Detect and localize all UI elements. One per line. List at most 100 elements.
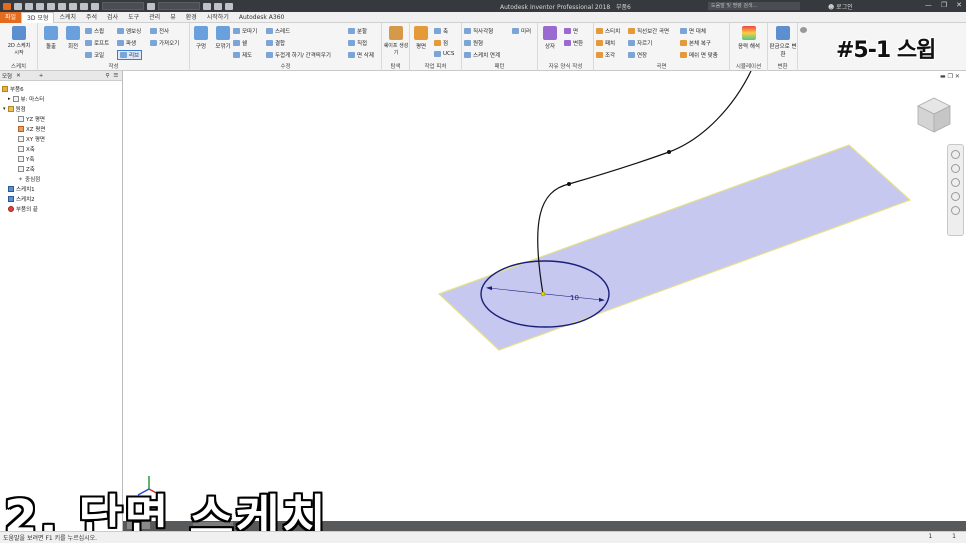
pan-icon[interactable] bbox=[951, 164, 960, 173]
ucs-button[interactable]: UCS bbox=[434, 51, 454, 57]
tab-inspect[interactable]: 검사 bbox=[102, 12, 123, 23]
tree-item-part[interactable]: 부품6 bbox=[2, 85, 24, 93]
ruled-surface-button[interactable]: 직선보간 곡면 bbox=[628, 27, 669, 35]
box-button[interactable]: 상자 bbox=[538, 26, 562, 50]
convert-button[interactable]: 변환 bbox=[564, 39, 583, 47]
direct-button[interactable]: 직접 bbox=[348, 39, 367, 47]
viewcube[interactable] bbox=[916, 96, 952, 136]
sweep-button[interactable]: 스윕 bbox=[85, 27, 104, 35]
zoom-icon[interactable] bbox=[951, 178, 960, 187]
sketch-driven-button[interactable]: 스케치 연계 bbox=[464, 51, 500, 59]
graphics-viewport[interactable]: 10 bbox=[124, 70, 966, 521]
login-button[interactable]: ☻ 로그인 bbox=[828, 2, 853, 11]
axis-button[interactable]: 축 bbox=[434, 27, 448, 35]
browser-tab-add[interactable]: + bbox=[39, 73, 44, 79]
tab-annotate[interactable]: 주석 bbox=[81, 12, 102, 23]
tree-item-sketch2[interactable]: 스케치2 bbox=[8, 195, 35, 203]
close-icon[interactable]: ✕ bbox=[956, 1, 962, 9]
clear-override-icon[interactable] bbox=[214, 2, 222, 10]
decal-button[interactable]: 전사 bbox=[150, 27, 169, 35]
shape-generator-button[interactable]: 쉐이프 생성기 bbox=[382, 26, 410, 56]
redo-icon[interactable] bbox=[58, 2, 66, 10]
tree-item-sketch1[interactable]: 스케치1 bbox=[8, 185, 35, 193]
home-icon[interactable] bbox=[69, 2, 77, 10]
browser-menu-icon[interactable]: ☰ bbox=[113, 73, 118, 79]
tree-item-yz-plane[interactable]: YZ 평면 bbox=[18, 115, 45, 123]
delete-face-button[interactable]: 면 삭제 bbox=[348, 51, 374, 59]
convert-sheet-metal-button[interactable]: 판금으로 변환 bbox=[768, 26, 798, 58]
stitch-button[interactable]: 스티치 bbox=[596, 27, 620, 35]
tab-environments[interactable]: 환경 bbox=[181, 12, 202, 23]
dimension-value[interactable]: 10 bbox=[570, 294, 579, 302]
undo-icon[interactable] bbox=[47, 2, 55, 10]
combine-button[interactable]: 결합 bbox=[266, 39, 285, 47]
browser-tab-close-icon[interactable]: ✕ bbox=[16, 73, 21, 79]
plane-button[interactable]: 평면 bbox=[410, 26, 432, 50]
patch-button[interactable]: 패치 bbox=[596, 39, 615, 47]
tab-3d-model[interactable]: 3D 모형 bbox=[21, 11, 55, 23]
fillet-button[interactable]: 모깎기 bbox=[212, 26, 234, 50]
fit-mesh-face-button[interactable]: 메쉬 면 맞춤 bbox=[680, 51, 718, 59]
start-2d-sketch-button[interactable]: 2D 스케치 시작 bbox=[4, 26, 34, 56]
draft-button[interactable]: 제도 bbox=[233, 51, 252, 59]
appearance-dropdown[interactable] bbox=[158, 2, 200, 10]
help-search-input[interactable]: 도움말 및 명령 검색... bbox=[708, 2, 800, 10]
viewport-restore-icon[interactable]: ❐ bbox=[948, 73, 953, 80]
tab-get-started[interactable]: 시작하기 bbox=[202, 12, 234, 23]
repair-bodies-button[interactable]: 본체 복구 bbox=[680, 39, 711, 47]
tree-item-xy-plane[interactable]: XY 평면 bbox=[18, 135, 45, 143]
tab-manage[interactable]: 관리 bbox=[144, 12, 165, 23]
tree-item-xz-plane[interactable]: XZ 평면 bbox=[18, 125, 45, 133]
path-start-point[interactable] bbox=[540, 291, 546, 297]
open-file-icon[interactable] bbox=[25, 2, 33, 10]
tree-item-y-axis[interactable]: Y축 bbox=[18, 155, 34, 163]
circular-pattern-button[interactable]: 원형 bbox=[464, 39, 483, 47]
measure-icon[interactable] bbox=[203, 2, 211, 10]
appearance-icon[interactable] bbox=[147, 2, 155, 10]
derive-button[interactable]: 파생 bbox=[117, 39, 136, 47]
coil-button[interactable]: 코일 bbox=[85, 51, 104, 59]
rib-button[interactable]: 리브 bbox=[117, 50, 143, 60]
viewport-minimize-icon[interactable]: ▬ bbox=[940, 73, 946, 80]
face-button[interactable]: 면 bbox=[564, 27, 578, 35]
chamfer-button[interactable]: 모따기 bbox=[233, 27, 257, 35]
tree-item-center-point[interactable]: ✦ 중심점 bbox=[18, 175, 40, 184]
tab-a360[interactable]: Autodesk A360 bbox=[234, 12, 290, 23]
import-button[interactable]: 가져오기 bbox=[150, 39, 179, 47]
viewport-close-icon[interactable]: ✕ bbox=[955, 73, 960, 80]
split-button[interactable]: 분할 bbox=[348, 27, 367, 35]
hole-button[interactable]: 구멍 bbox=[190, 26, 212, 50]
thread-button[interactable]: 스레드 bbox=[266, 27, 290, 35]
tab-tools[interactable]: 도구 bbox=[123, 12, 144, 23]
tree-item-z-axis[interactable]: Z축 bbox=[18, 165, 35, 173]
tree-item-x-axis[interactable]: X축 bbox=[18, 145, 35, 153]
tab-sketch[interactable]: 스케치 bbox=[54, 12, 81, 23]
thicken-offset-button[interactable]: 두껍게 하기/ 간격띄우기 bbox=[266, 51, 331, 59]
work-plane-surface[interactable] bbox=[437, 144, 912, 351]
ribbon-options-button[interactable] bbox=[800, 27, 807, 33]
stress-analysis-button[interactable]: 응력 해석 bbox=[734, 26, 764, 50]
collapse-icon[interactable]: ▾ bbox=[3, 106, 6, 112]
adjust-icon[interactable] bbox=[225, 2, 233, 10]
restore-icon[interactable]: ❐ bbox=[941, 1, 947, 9]
expand-icon[interactable]: ▸ bbox=[8, 96, 11, 102]
new-file-icon[interactable] bbox=[14, 2, 22, 10]
look-at-icon[interactable] bbox=[951, 206, 960, 215]
revolve-button[interactable]: 회전 bbox=[62, 26, 84, 50]
browser-search-icon[interactable]: ⚲ bbox=[105, 73, 109, 79]
shell-button[interactable]: 쉘 bbox=[233, 39, 247, 47]
viewport-canvas[interactable]: 10 bbox=[124, 70, 966, 521]
path-point[interactable] bbox=[667, 150, 671, 154]
tree-item-view-master[interactable]: ▸ 뷰: 마스터 bbox=[8, 95, 44, 103]
path-point[interactable] bbox=[567, 182, 571, 186]
update-icon[interactable] bbox=[91, 2, 99, 10]
emboss-button[interactable]: 엠보싱 bbox=[117, 27, 141, 35]
browser-tab-model[interactable]: 모형 bbox=[2, 72, 12, 80]
tab-file[interactable]: 파일 bbox=[0, 11, 22, 23]
loft-button[interactable]: 로프트 bbox=[85, 39, 109, 47]
save-icon[interactable] bbox=[36, 2, 44, 10]
tree-item-origin[interactable]: ▾ 원점 bbox=[3, 105, 26, 113]
material-dropdown[interactable] bbox=[102, 2, 144, 10]
extrude-button[interactable]: 돌출 bbox=[40, 26, 62, 50]
trim-button[interactable]: 자르기 bbox=[628, 39, 652, 47]
